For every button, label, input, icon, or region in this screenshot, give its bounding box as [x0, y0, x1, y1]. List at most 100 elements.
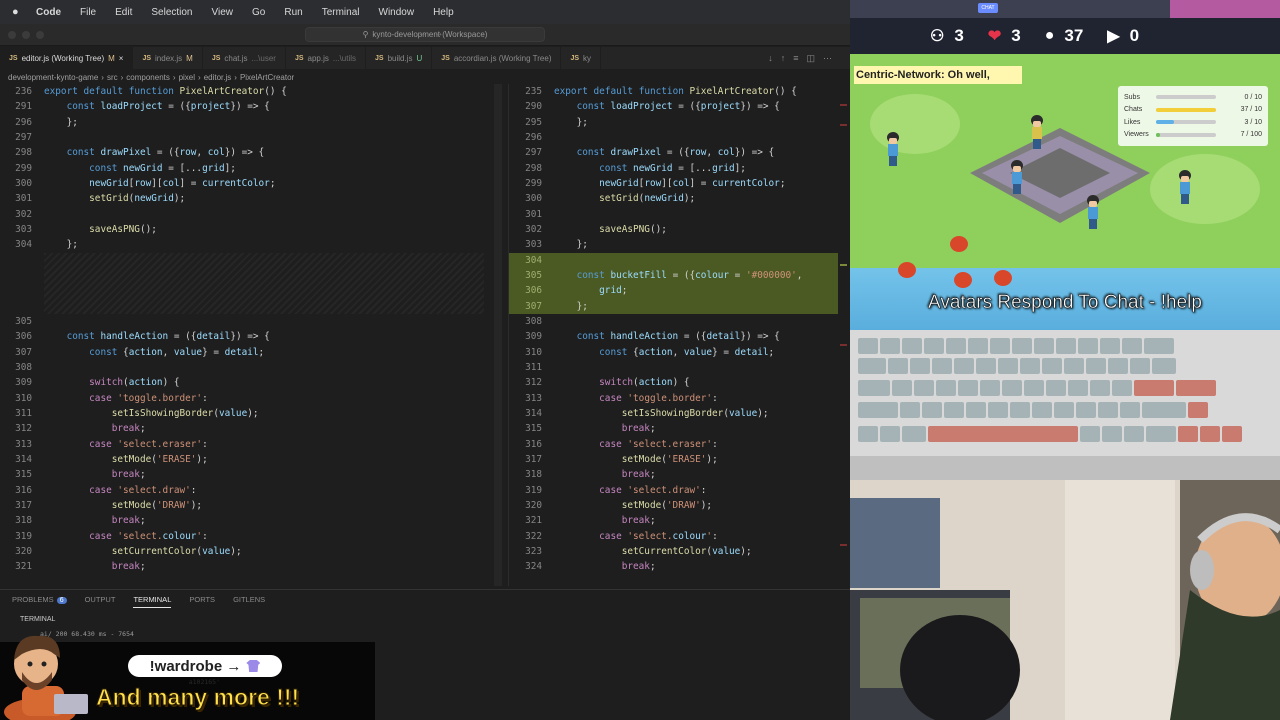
code-line[interactable]: 306 grid; [509, 283, 838, 299]
code-line[interactable]: 323 setCurrentColor(value); [509, 544, 838, 559]
breadcrumb-item[interactable]: pixel [179, 73, 195, 82]
code-line[interactable]: 307 const {action, value} = detail; [0, 345, 490, 360]
diff-original-editor[interactable]: 236 export default function PixelArtCreat… [0, 84, 490, 586]
tab-ky[interactable]: JS ky [561, 47, 602, 69]
code-line[interactable]: 296 }; [0, 115, 490, 130]
diff-icon[interactable]: ≡ [793, 53, 798, 64]
code-line[interactable]: 298 const drawPixel = ({row, col}) => { [0, 145, 490, 160]
split-editor-icon[interactable]: ◫ [806, 53, 815, 64]
code-line[interactable]: 309 switch(action) { [0, 375, 490, 390]
code-line[interactable]: 313 case 'select.eraser': [0, 437, 490, 452]
tab-ports[interactable]: PORTS [189, 595, 215, 608]
code-line[interactable]: 290 const loadProject = ({project}) => { [509, 99, 838, 114]
menu-app[interactable]: Code [36, 7, 61, 18]
code-line[interactable]: 235 export default function PixelArtCreat… [509, 84, 838, 99]
menu-window[interactable]: Window [379, 7, 415, 18]
code-line[interactable]: 308 [0, 360, 490, 375]
diff-modified-editor[interactable]: 235 export default function PixelArtCreat… [508, 84, 838, 586]
code-line[interactable]: 319 case 'select.draw': [509, 483, 838, 498]
code-line[interactable]: 299 const newGrid = [...grid]; [0, 161, 490, 176]
code-line[interactable]: 319 case 'select.colour': [0, 529, 490, 544]
code-line[interactable]: 313 case 'toggle.border': [509, 391, 838, 406]
code-line[interactable]: 305 [0, 314, 490, 329]
tab-accordian-js[interactable]: JS accordian.js (Working Tree) [432, 47, 562, 69]
tab-index-js[interactable]: JS index.js M [133, 47, 203, 69]
menu-edit[interactable]: Edit [115, 7, 132, 18]
code-line[interactable]: 320 setMode('DRAW'); [509, 498, 838, 513]
nav-arrows-icon[interactable]: ← → [418, 28, 444, 39]
code-line[interactable]: 324 break; [509, 559, 838, 574]
tab-app-js[interactable]: JS app.js ...\utils [286, 47, 366, 69]
scrollbar[interactable] [494, 84, 502, 586]
arrow-down-icon[interactable]: ↓ [768, 53, 773, 64]
apple-icon[interactable]: ● [12, 6, 24, 18]
code-line[interactable]: 320 setCurrentColor(value); [0, 544, 490, 559]
more-icon[interactable]: ⋯ [823, 53, 832, 64]
chat-pill[interactable]: CHAT [978, 3, 998, 13]
code-line[interactable]: 316 case 'select.draw': [0, 483, 490, 498]
tab-gitlens[interactable]: GITLENS [233, 595, 265, 608]
code-line[interactable]: 301 [509, 207, 838, 222]
code-line[interactable]: 291 const loadProject = ({project}) => { [0, 99, 490, 114]
code-line[interactable]: 315 break; [509, 421, 838, 436]
code-line[interactable]: 297 const drawPixel = ({row, col}) => { [509, 145, 838, 160]
close-icon[interactable]: × [119, 54, 124, 63]
tab-chat-js[interactable]: JS chat.js ...\user [203, 47, 286, 69]
code-line[interactable]: 307 }; [509, 298, 838, 314]
tab-editor-js[interactable]: JS editor.js (Working Tree) M × [0, 47, 134, 69]
code-line[interactable]: 317 setMode('DRAW'); [0, 498, 490, 513]
code-line[interactable]: 295 }; [509, 115, 838, 130]
code-line[interactable]: 297 [0, 130, 490, 145]
code-line[interactable]: 301 setGrid(newGrid); [0, 191, 490, 206]
overview-ruler[interactable] [838, 84, 850, 586]
minimize-window-button[interactable] [22, 31, 30, 39]
tab-problems[interactable]: PROBLEMS 6 [12, 595, 67, 608]
code-line[interactable]: 310 case 'toggle.border': [0, 391, 490, 406]
code-line[interactable]: 306 const handleAction = ({detail}) => { [0, 329, 490, 344]
breadcrumb-item[interactable]: components [126, 73, 170, 82]
code-line[interactable]: 303 saveAsPNG(); [0, 222, 490, 237]
code-line[interactable]: 300 newGrid[row][col] = currentColor; [0, 176, 490, 191]
code-line[interactable]: 300 setGrid(newGrid); [509, 191, 838, 206]
code-line[interactable]: 303 }; [509, 237, 838, 252]
code-line[interactable]: 318 break; [509, 467, 838, 482]
menu-go[interactable]: Go [252, 7, 265, 18]
arrow-up-icon[interactable]: ↑ [781, 53, 786, 64]
menu-run[interactable]: Run [284, 7, 302, 18]
code-line[interactable]: 312 break; [0, 421, 490, 436]
code-line[interactable]: 304 }; [0, 237, 490, 252]
close-window-button[interactable] [8, 31, 16, 39]
code-line[interactable]: 302 [0, 207, 490, 222]
breadcrumb-item[interactable]: development-kynto-game [8, 73, 98, 82]
menu-terminal[interactable]: Terminal [322, 7, 360, 18]
code-line[interactable]: 321 break; [0, 559, 490, 574]
code-line[interactable]: 314 setMode('ERASE'); [0, 452, 490, 467]
menu-help[interactable]: Help [433, 7, 454, 18]
code-line[interactable]: 236 export default function PixelArtCreat… [0, 84, 490, 99]
tab-build-js[interactable]: JS build.js U [366, 47, 433, 69]
menu-view[interactable]: View [212, 7, 234, 18]
menu-selection[interactable]: Selection [151, 7, 192, 18]
code-line[interactable]: 310 const {action, value} = detail; [509, 345, 838, 360]
code-line[interactable]: 314 setIsShowingBorder(value); [509, 406, 838, 421]
code-line[interactable]: 318 break; [0, 513, 490, 528]
menu-file[interactable]: File [80, 7, 96, 18]
code-line[interactable]: 308 [509, 314, 838, 329]
code-line[interactable]: 311 setIsShowingBorder(value); [0, 406, 490, 421]
code-line[interactable]: 321 break; [509, 513, 838, 528]
code-line[interactable]: 304 [509, 252, 838, 268]
code-line[interactable]: 299 newGrid[row][col] = currentColor; [509, 176, 838, 191]
maximize-window-button[interactable] [36, 31, 44, 39]
code-line[interactable]: 298 const newGrid = [...grid]; [509, 161, 838, 176]
code-line[interactable]: 315 break; [0, 467, 490, 482]
code-line[interactable]: 317 setMode('ERASE'); [509, 452, 838, 467]
code-line[interactable]: 305 const bucketFill = ({colour = '#0000… [509, 267, 838, 284]
code-line[interactable]: 312 switch(action) { [509, 375, 838, 390]
code-line[interactable]: 309 const handleAction = ({detail}) => { [509, 329, 838, 344]
code-line[interactable]: 296 [509, 130, 838, 145]
tab-output[interactable]: OUTPUT [85, 595, 116, 608]
code-line[interactable]: 322 case 'select.colour': [509, 529, 838, 544]
code-line[interactable]: 316 case 'select.eraser': [509, 437, 838, 452]
breadcrumb-item[interactable]: src [107, 73, 118, 82]
tab-terminal[interactable]: TERMINAL [133, 595, 172, 608]
